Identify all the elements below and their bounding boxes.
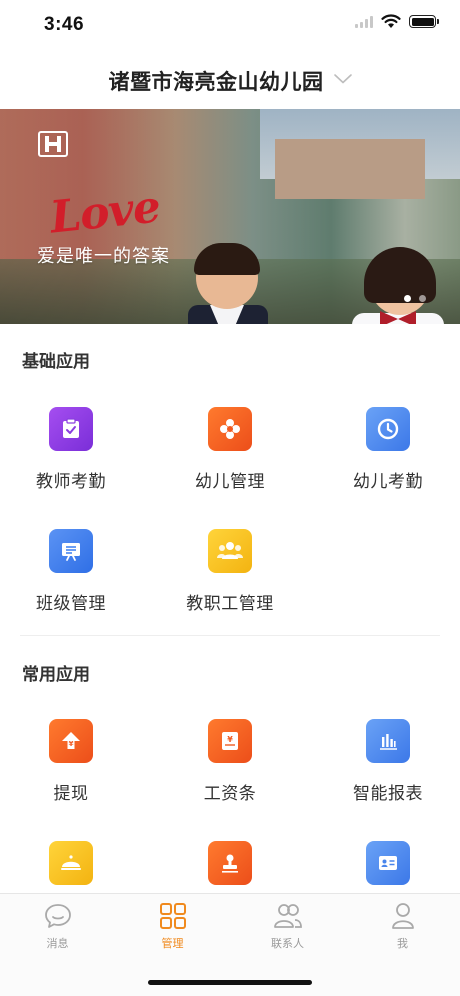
app-label: 班级管理 [36, 594, 106, 613]
contacts-icon [273, 904, 302, 928]
tab-label: 我 [397, 938, 408, 950]
school-logo-icon [38, 131, 68, 157]
section-title-basic: 基础应用 [22, 352, 90, 371]
page-title: 诸暨市海亮金山幼儿园 [108, 71, 324, 94]
bar-chart-icon [366, 719, 410, 763]
app-label: 教职工管理 [186, 594, 274, 613]
app-child-management[interactable]: 幼儿管理 [160, 407, 300, 492]
app-teacher-attendance[interactable]: 教师考勤 [1, 407, 141, 492]
app-stamp[interactable] [160, 841, 300, 885]
app-label: 工资条 [203, 784, 257, 803]
app-staff-management[interactable]: 教职工管理 [160, 529, 300, 614]
upload-arrow-icon: ¥ [49, 719, 93, 763]
tab-messages[interactable]: 消息 [0, 902, 115, 951]
svg-text:¥: ¥ [227, 735, 233, 744]
clipboard-check-icon [49, 407, 93, 451]
tab-label: 联系人 [271, 938, 304, 950]
app-label: 幼儿管理 [195, 472, 265, 491]
app-label: 幼儿考勤 [353, 472, 423, 491]
tab-me[interactable]: 我 [345, 902, 460, 951]
tab-management[interactable]: 管理 [115, 902, 230, 951]
app-child-attendance[interactable]: 幼儿考勤 [318, 407, 458, 492]
yen-scroll-icon: ¥ [208, 719, 252, 763]
battery-icon [409, 15, 439, 28]
food-cloche-icon [49, 841, 93, 885]
section-divider [20, 635, 440, 636]
app-withdraw[interactable]: ¥ 提现 [1, 719, 141, 804]
status-time: 3:46 [44, 14, 85, 35]
wifi-icon [381, 14, 401, 28]
tab-contacts[interactable]: 联系人 [230, 902, 345, 951]
home-indicator [148, 980, 312, 985]
presentation-board-icon [49, 529, 93, 573]
stamp-icon [208, 841, 252, 885]
person-icon [391, 903, 414, 929]
carousel-indicator [404, 295, 426, 302]
section-title-common: 常用应用 [22, 665, 90, 684]
clock-icon [366, 407, 410, 451]
carousel-dot[interactable] [404, 295, 411, 302]
carousel-dot[interactable] [419, 295, 426, 302]
app-label: 教师考勤 [36, 472, 106, 491]
tab-label: 消息 [46, 938, 69, 950]
chevron-down-icon [333, 74, 352, 84]
banner-carousel[interactable]: Love 爱是唯一的答案 [0, 109, 460, 324]
banner-caption: 爱是唯一的答案 [37, 246, 170, 266]
app-smart-report[interactable]: 智能报表 [318, 719, 458, 804]
id-card-icon [366, 841, 410, 885]
school-selector[interactable]: 诸暨市海亮金山幼儿园 [0, 58, 460, 104]
app-meal[interactable] [1, 841, 141, 885]
grid-icon [159, 903, 186, 929]
cellular-signal-icon [355, 15, 373, 28]
flower-icon [208, 407, 252, 451]
chat-bubble-icon [44, 904, 71, 928]
app-id-card[interactable] [318, 841, 458, 885]
status-icons [355, 14, 439, 29]
app-class-management[interactable]: 班级管理 [1, 529, 141, 614]
app-label: 智能报表 [353, 784, 423, 803]
status-bar: 3:46 [0, 0, 460, 50]
tab-label: 管理 [161, 938, 184, 950]
group-icon [208, 529, 252, 573]
app-label: 提现 [53, 784, 89, 803]
app-payslip[interactable]: ¥ 工资条 [160, 719, 300, 804]
svg-text:¥: ¥ [69, 740, 74, 748]
